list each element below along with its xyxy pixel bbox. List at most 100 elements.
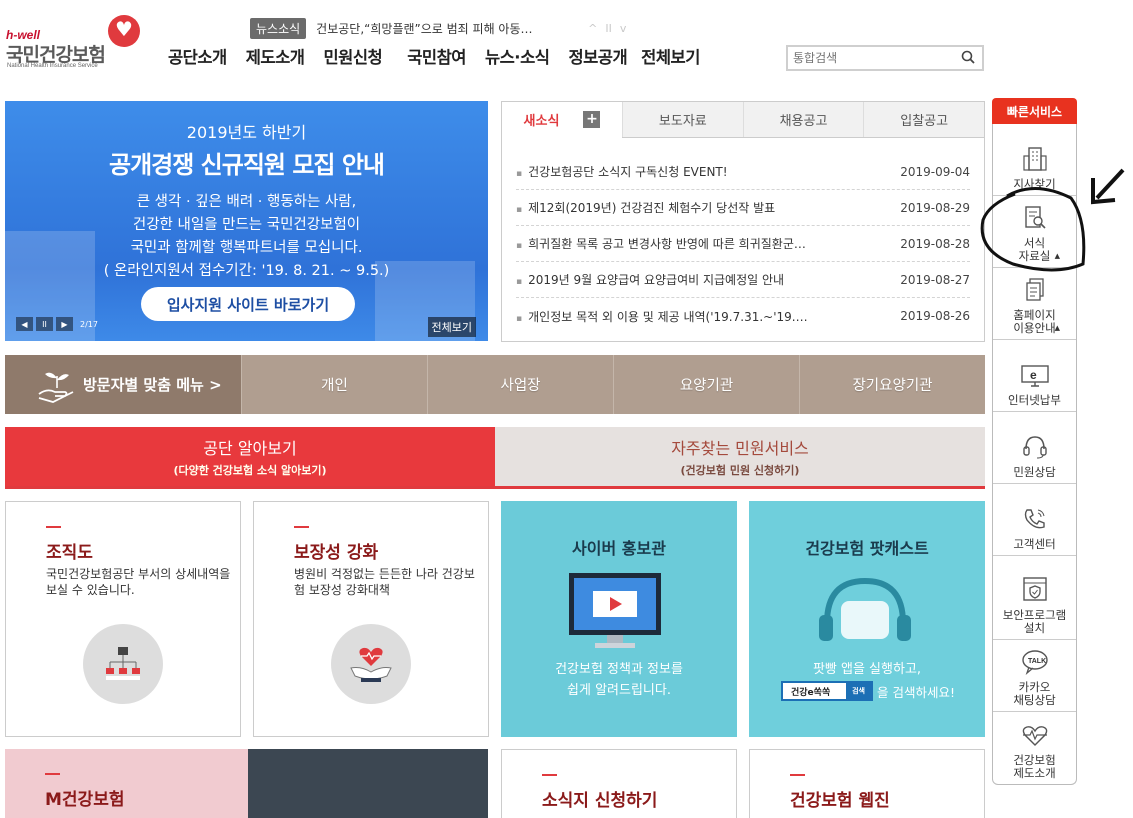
search-box xyxy=(786,45,984,71)
quick-customer-center[interactable]: 고객센터 xyxy=(993,484,1076,556)
card-title: 사이버 홍보관 xyxy=(572,539,666,558)
tab-about-nhis[interactable]: 공단 알아보기 (다양한 건강보험 소식 알아보기) xyxy=(5,427,495,486)
visitor-longterm[interactable]: 장기요양기관 xyxy=(799,355,985,414)
card-title: 보장성 강화 xyxy=(294,543,379,563)
list-item[interactable]: 건강보험공단 소식지 구독신청 EVENT!2019-09-04 xyxy=(516,154,970,190)
nav-news[interactable]: 뉴스·소식 xyxy=(485,44,550,68)
headphone-icon xyxy=(819,577,911,641)
tab-news[interactable]: 새소식 + xyxy=(502,102,622,138)
visitor-medical[interactable]: 요양기관 xyxy=(613,355,799,414)
card-title: 건강보험 팟캐스트 xyxy=(805,539,929,558)
tab-civil-service[interactable]: 자주찾는 민원서비스 (건강보험 민원 신청하기) xyxy=(495,427,985,486)
ticker-controls: ^ II v xyxy=(588,22,626,35)
more-plus-icon[interactable]: + xyxy=(583,111,601,128)
news-board: 새소식 + 보도자료 채용공고 입찰공고 건강보험공단 소식지 구독신청 EVE… xyxy=(501,101,985,342)
search-input[interactable] xyxy=(793,51,953,65)
banner-body: 큰 생각 · 깊은 배려 · 행동하는 사람, 건강한 내일을 만드는 국민건강… xyxy=(103,194,390,279)
main-banner[interactable]: 2019년도 하반기 공개경쟁 신규직원 모집 안내 큰 생각 · 깊은 배려 … xyxy=(5,101,488,341)
site-logo[interactable]: h-well 국민건강보험 National Health Insurance … xyxy=(6,14,146,72)
nav-info[interactable]: 정보공개 xyxy=(568,44,627,68)
banner-line1: 2019년도 하반기 xyxy=(186,123,307,142)
card-title: 조직도 xyxy=(46,543,93,563)
ticker-badge[interactable]: 뉴스소식 xyxy=(250,17,307,39)
phone-icon xyxy=(1024,509,1045,529)
ticker-pause-icon[interactable]: II xyxy=(605,22,612,35)
card-title: 건강보험 웹진 xyxy=(790,791,890,811)
section-tabs: 공단 알아보기 (다양한 건강보험 소식 알아보기) 자주찾는 민원서비스 (건… xyxy=(5,427,985,489)
visitor-personal[interactable]: 개인 xyxy=(241,355,427,414)
podcast-search-box: 건강e쏙쏙 검색 xyxy=(781,681,873,701)
card-org[interactable]: 조직도 국민건강보험공단 부서의 상세내역을 보실 수 있습니다. xyxy=(5,501,241,737)
heart-logo-icon xyxy=(108,15,140,47)
quick-security[interactable]: 보안프로그램 설치 xyxy=(993,556,1076,640)
list-item[interactable]: 희귀질환 목록 공고 변경사항 반영에 따른 희귀질환군…2019-08-28 xyxy=(516,226,970,262)
ticker-text[interactable]: 건보공단,“희망플랜”으로 범죄 피해 아동… xyxy=(316,20,566,37)
pause-icon[interactable]: II xyxy=(36,317,53,331)
quick-payment[interactable]: e 인터넷납부 xyxy=(993,340,1076,412)
list-item[interactable]: 2019년 9월 요양급여 요양급여비 지급예정일 안내2019-08-27 xyxy=(516,262,970,298)
heart-hands-icon xyxy=(331,624,411,704)
svg-text:e: e xyxy=(1030,368,1037,382)
ticker-up-icon[interactable]: ^ xyxy=(588,22,597,35)
accent-bar xyxy=(46,526,61,528)
logo-english: National Health Insurance Service xyxy=(7,63,98,69)
document-search-icon xyxy=(1024,206,1046,229)
quick-branch[interactable]: 지사찾기 xyxy=(993,124,1076,196)
nav-system[interactable]: 제도소개 xyxy=(246,44,305,68)
quick-consult[interactable]: 민원상담 xyxy=(993,412,1076,484)
accent-bar xyxy=(542,774,557,776)
prev-icon[interactable]: ◀ xyxy=(16,317,33,331)
accent-bar xyxy=(294,526,309,528)
svg-text:TALK: TALK xyxy=(1028,658,1046,665)
accent-bar xyxy=(45,773,60,775)
quick-system-intro[interactable]: 건강보험 제도소개 xyxy=(993,712,1076,784)
next-icon[interactable]: ▶ xyxy=(56,317,73,331)
apply-site-button[interactable]: 입사지원 사이트 바로가기 xyxy=(141,287,355,321)
org-chart-icon xyxy=(83,624,163,704)
building-icon xyxy=(1022,147,1047,171)
tab-press[interactable]: 보도자료 xyxy=(622,102,743,137)
visitor-business[interactable]: 사업장 xyxy=(427,355,613,414)
hand-plant-icon xyxy=(38,372,74,403)
news-ticker: 뉴스소식 건보공단,“희망플랜”으로 범죄 피해 아동… ^ II v xyxy=(250,17,626,39)
card-podcast[interactable]: 건강보험 팟캐스트 팟빵 앱을 실행하고, 건강e쏙쏙 검색 을 검색하세요! xyxy=(749,501,985,737)
nav-all[interactable]: 전체보기 xyxy=(641,44,700,68)
card-cyber-pr[interactable]: 사이버 홍보관 건강보험 정책과 정보를 쉽게 알려드립니다. xyxy=(501,501,737,737)
card-title: 소식지 신청하기 xyxy=(542,791,658,811)
card-newsletter[interactable]: 소식지 신청하기 xyxy=(501,749,737,818)
list-item[interactable]: 제12회(2019년) 건강검진 체험수기 당선작 발표2019-08-29 xyxy=(516,190,970,226)
monitor-e-icon: e xyxy=(1020,365,1049,387)
card-desc: 병원비 걱정없는 든든한 나라 건강보험 보장성 강화대책 xyxy=(294,567,475,597)
tab-bid[interactable]: 입찰공고 xyxy=(863,102,984,137)
tab-recruit[interactable]: 채용공고 xyxy=(742,102,864,137)
quick-forms[interactable]: 서식 자료실 ▲ xyxy=(993,196,1076,268)
news-list: 건강보험공단 소식지 구독신청 EVENT!2019-09-04 제12회(20… xyxy=(502,138,984,334)
banner-all-button[interactable]: 전체보기 xyxy=(427,317,476,337)
podcast-text: 팟빵 앱을 실행하고, xyxy=(812,662,922,677)
caret-up-icon: ▲ xyxy=(1054,252,1060,260)
visitor-menu-head[interactable]: 방문자별 맞춤 메뉴 > xyxy=(5,355,241,414)
podcast-search: 건강e쏙쏙 검색 을 검색하세요! xyxy=(781,681,955,701)
card-coverage[interactable]: 보장성 강화 병원비 걱정없는 든든한 나라 건강보험 보장성 강화대책 xyxy=(253,501,489,737)
m-health-panel xyxy=(5,749,248,818)
caret-up-icon: ▲ xyxy=(1054,324,1060,332)
banner-controls: ◀ II ▶ 2/17 xyxy=(16,317,98,331)
search-icon[interactable] xyxy=(961,50,975,64)
monitor-play-icon xyxy=(569,573,661,648)
quick-service-list: 지사찾기 서식 자료실 ▲ 홈페이지 이용안내 ▲ e 인터넷납부 민원상담 고… xyxy=(992,124,1077,785)
banner-counter: 2/17 xyxy=(80,319,98,329)
ticker-down-icon[interactable]: v xyxy=(620,22,627,35)
card-webzine[interactable]: 건강보험 웹진 xyxy=(749,749,985,818)
quick-service: 빠른서비스 지사찾기 서식 자료실 ▲ 홈페이지 이용안내 ▲ e 인터넷납부 … xyxy=(992,98,1077,798)
m-health-photo xyxy=(248,749,488,818)
main-nav: 공단소개 제도소개 민원신청 국민참여 뉴스·소식 정보공개 전체보기 xyxy=(168,44,719,68)
quick-guide[interactable]: 홈페이지 이용안내 ▲ xyxy=(993,268,1076,340)
nav-participation[interactable]: 국민참여 xyxy=(407,44,466,68)
nav-civil[interactable]: 민원신청 xyxy=(323,44,382,68)
talk-bubble-icon: TALK xyxy=(1021,650,1048,675)
list-item[interactable]: 개인정보 목적 외 이용 및 제공 내역('19.7.31.~'19.…2019… xyxy=(516,298,970,334)
card-m-health[interactable]: M건강보험 xyxy=(5,749,488,818)
visitor-menu: 방문자별 맞춤 메뉴 > 개인 사업장 요양기관 장기요양기관 xyxy=(5,355,985,414)
nav-about[interactable]: 공단소개 xyxy=(168,44,227,68)
quick-kakao[interactable]: TALK 카카오 채팅상담 xyxy=(993,640,1076,712)
